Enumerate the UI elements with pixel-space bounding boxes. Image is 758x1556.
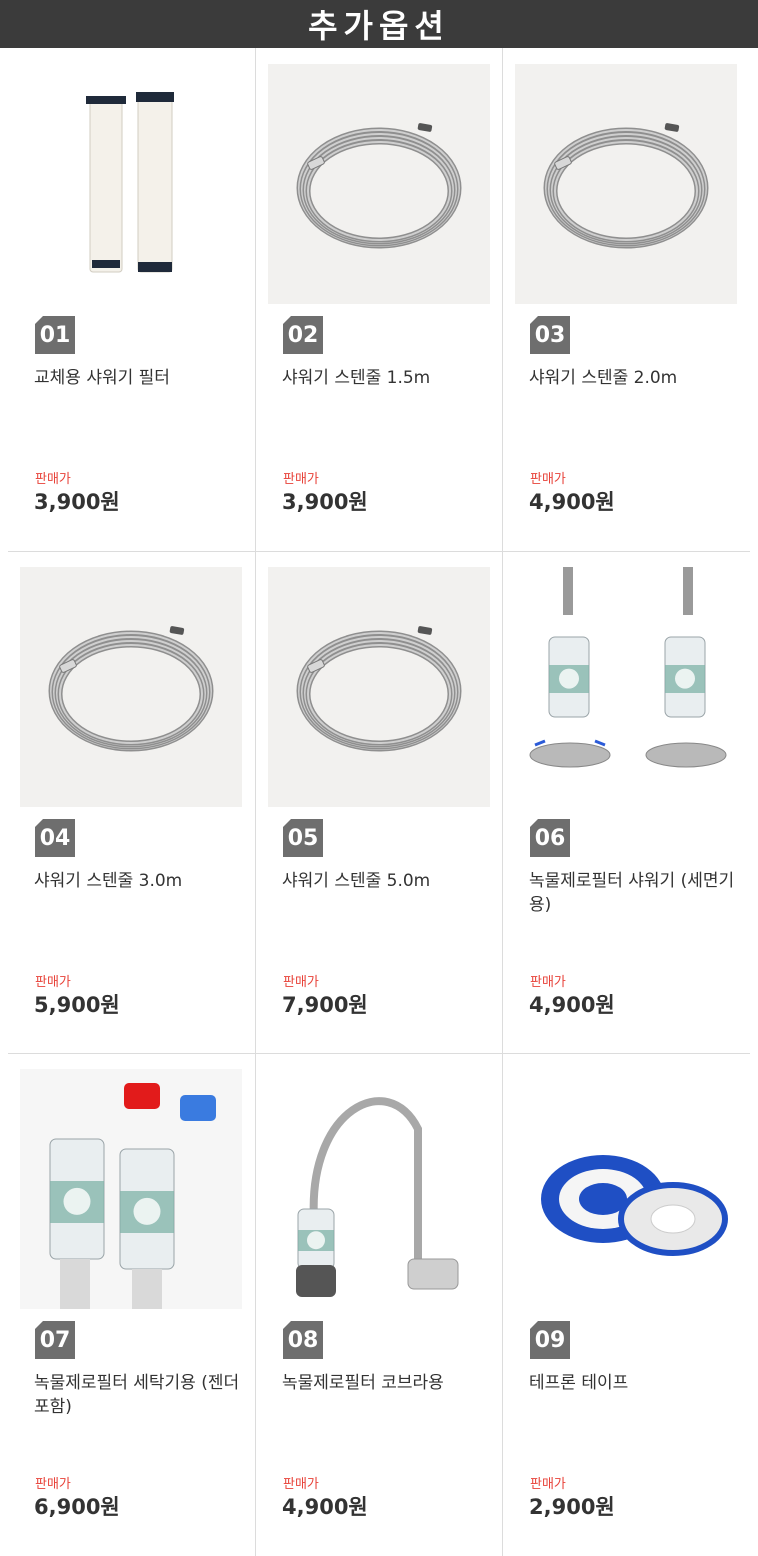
product-card[interactable]: 09 테프론 테이프판매가 2,900원 (503, 1053, 750, 1555)
product-card[interactable]: 07 녹물제로필터 세탁기용 (젠더포함) 판매가 6,900원 (8, 1053, 255, 1555)
product-card[interactable]: 03 샤워기 스텐줄 2.0m 판매가 4,900원 (503, 48, 750, 550)
product-number-badge: 07 (35, 1321, 75, 1359)
product-number-badge: 03 (530, 316, 570, 354)
price-value: 4,900원 (282, 1495, 368, 1519)
product-name[interactable]: 녹물제로필터 샤워기 (세면기용) (529, 869, 741, 917)
price-label: 판매가 (35, 472, 71, 487)
shower-hose-image[interactable] (20, 567, 242, 807)
price-value: 4,900원 (529, 993, 615, 1017)
product-name[interactable]: 테프론 테이프 (529, 1371, 741, 1395)
shower-hose-image[interactable] (268, 567, 490, 807)
washbasin-filter-image[interactable] (515, 567, 737, 807)
price-value: 5,900원 (34, 993, 120, 1017)
page-title: 추가옵션 (308, 7, 450, 45)
product-card[interactable]: 01 교체용 샤워기 필터판매가 3,900원 (8, 48, 255, 550)
shower-hose-image[interactable] (268, 64, 490, 304)
product-name[interactable]: 샤워기 스텐줄 1.5m (282, 366, 494, 390)
price-label: 판매가 (283, 472, 319, 487)
price-value: 2,900원 (529, 1495, 615, 1519)
product-grid: 01 교체용 샤워기 필터판매가 3,900원 02 샤워기 스텐줄 1.5m 판매가 3,… (8, 48, 750, 1556)
shower-hose-image[interactable] (515, 64, 737, 304)
price-label: 판매가 (530, 975, 566, 990)
price-value: 3,900원 (282, 490, 368, 514)
product-number-badge: 05 (283, 819, 323, 857)
product-name[interactable]: 샤워기 스텐줄 2.0m (529, 366, 741, 390)
product-card[interactable]: 06 녹물제로필터 샤워기 (세면기용) 판매가 4,900원 (503, 551, 750, 1053)
price-label: 판매가 (530, 472, 566, 487)
product-name[interactable]: 녹물제로필터 코브라용 (282, 1371, 494, 1395)
price-value: 7,900원 (282, 993, 368, 1017)
price-label: 판매가 (283, 975, 319, 990)
price-value: 3,900원 (34, 490, 120, 514)
price-label: 판매가 (530, 1477, 566, 1492)
price-value: 4,900원 (529, 490, 615, 514)
page-header: 추가옵션 (0, 0, 758, 48)
cobra-faucet-filter-image[interactable] (268, 1069, 490, 1309)
product-card[interactable]: 05 샤워기 스텐줄 5.0m 판매가 7,900원 (256, 551, 503, 1053)
price-label: 판매가 (283, 1477, 319, 1492)
product-card[interactable]: 04 샤워기 스텐줄 3.0m 판매가 5,900원 (8, 551, 255, 1053)
filter-cartridges-image[interactable] (20, 64, 242, 304)
price-value: 6,900원 (34, 1495, 120, 1519)
product-card[interactable]: 02 샤워기 스텐줄 1.5m 판매가 3,900원 (256, 48, 503, 550)
price-label: 판매가 (35, 975, 71, 990)
product-number-badge: 01 (35, 316, 75, 354)
product-number-badge: 09 (530, 1321, 570, 1359)
product-number-badge: 02 (283, 316, 323, 354)
product-card[interactable]: 08 녹물제로필터 코브라용판매가 4,900원 (256, 1053, 503, 1555)
product-name[interactable]: 교체용 샤워기 필터 (34, 366, 246, 390)
washing-machine-filter-image[interactable] (20, 1069, 242, 1309)
product-number-badge: 04 (35, 819, 75, 857)
product-number-badge: 06 (530, 819, 570, 857)
product-name[interactable]: 녹물제로필터 세탁기용 (젠더포함) (34, 1371, 246, 1419)
teflon-tape-image[interactable] (515, 1069, 737, 1309)
product-name[interactable]: 샤워기 스텐줄 5.0m (282, 869, 494, 893)
product-name[interactable]: 샤워기 스텐줄 3.0m (34, 869, 246, 893)
price-label: 판매가 (35, 1477, 71, 1492)
product-number-badge: 08 (283, 1321, 323, 1359)
